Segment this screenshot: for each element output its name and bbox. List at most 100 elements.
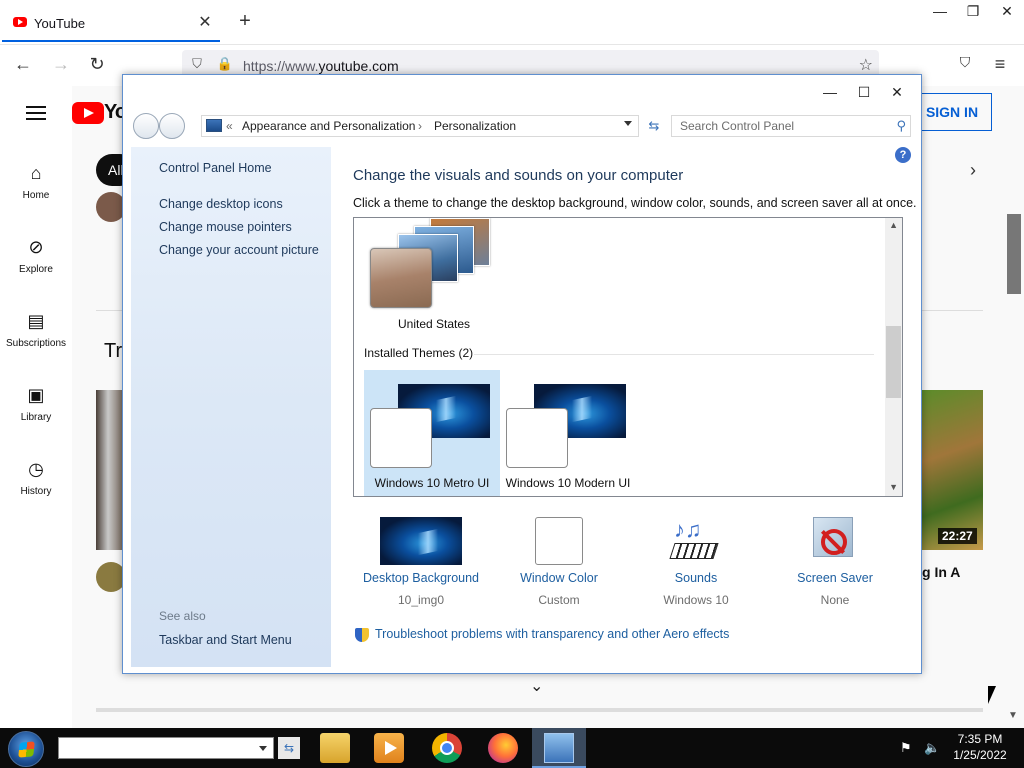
theme-preview-card xyxy=(370,408,432,468)
theme-name: United States xyxy=(398,317,471,331)
cp-forward-icon[interactable] xyxy=(159,113,185,139)
taskbar-clock[interactable]: 7:35 PM 1/25/2022 xyxy=(940,731,1020,763)
browser-tab-youtube[interactable]: YouTube ✕ xyxy=(2,2,220,42)
taskbar-media-player[interactable] xyxy=(362,728,416,768)
library-icon: ▣ xyxy=(27,385,45,405)
theme-preview-card xyxy=(506,408,568,468)
hamburger-menu-icon[interactable] xyxy=(26,106,46,120)
sidebar-item-library[interactable]: ▣ Library xyxy=(0,384,72,423)
tab-close-icon[interactable]: ✕ xyxy=(196,12,214,32)
link-change-account-picture[interactable]: Change your account picture xyxy=(159,243,319,257)
cp-close-icon[interactable]: ✕ xyxy=(880,81,914,103)
setting-desktop-background[interactable]: Desktop Background 10_img0 xyxy=(351,517,491,607)
search-icon[interactable]: ⚲ xyxy=(896,118,906,134)
taskbar-go-icon[interactable]: ⇆ xyxy=(278,737,300,759)
screensaver-icon xyxy=(765,517,905,565)
home-icon: ⌂ xyxy=(30,163,42,183)
chevron-down-icon[interactable]: ⌄ xyxy=(530,676,543,696)
scroll-up-arrow-icon[interactable]: ▲ xyxy=(889,220,898,230)
sidebar-item-explore[interactable]: ⊘ Explore xyxy=(0,236,72,275)
scrollbar-thumb[interactable] xyxy=(886,326,901,398)
taskbar-address-box[interactable] xyxy=(58,737,274,759)
volume-icon[interactable]: 🔈 xyxy=(924,740,940,756)
back-arrow-icon[interactable]: ← xyxy=(10,54,36,78)
link-change-desktop-icons[interactable]: Change desktop icons xyxy=(159,197,283,211)
help-icon[interactable]: ? xyxy=(895,147,911,163)
taskbar-firefox[interactable] xyxy=(476,728,530,768)
cp-refresh-icon[interactable]: ⇆ xyxy=(643,115,665,137)
troubleshoot-link[interactable]: Troubleshoot problems with transparency … xyxy=(375,627,729,641)
link-taskbar-start-menu[interactable]: Taskbar and Start Menu xyxy=(159,633,292,647)
subscriptions-icon: ▤ xyxy=(27,311,45,331)
pocket-icon[interactable]: ⛉ xyxy=(952,54,978,78)
scroll-down-arrow-icon[interactable]: ▼ xyxy=(889,482,898,492)
video-duration-badge: 22:27 xyxy=(938,528,977,544)
video-title[interactable]: g In A xyxy=(922,564,960,580)
dropdown-icon[interactable] xyxy=(259,746,267,751)
theme-united-states[interactable] xyxy=(370,218,490,308)
forward-arrow-icon[interactable]: → xyxy=(48,54,74,78)
restore-icon[interactable]: ❐ xyxy=(956,0,990,22)
cp-left-pane: Control Panel Home Change desktop icons … xyxy=(131,147,331,667)
cp-search-input[interactable] xyxy=(672,116,890,136)
setting-window-color[interactable]: Window Color Custom xyxy=(489,517,629,607)
taskbar-chrome[interactable] xyxy=(420,728,474,768)
clock-time: 7:35 PM xyxy=(957,732,1003,746)
sign-in-button[interactable]: SIGN IN xyxy=(912,93,992,131)
url-text: https://www.youtube.com xyxy=(243,58,399,74)
breadcrumb-appearance[interactable]: Appearance and Personalization xyxy=(242,119,415,133)
scroll-down-arrow-icon[interactable]: ▼ xyxy=(1008,710,1018,721)
sidebar-item-subscriptions[interactable]: ▤ Subscriptions xyxy=(0,310,72,349)
taskbar-control-panel[interactable] xyxy=(532,728,586,768)
tracking-shield-icon[interactable]: ⛉ xyxy=(188,56,206,74)
reload-icon[interactable]: ↻ xyxy=(84,54,110,78)
cp-search-box[interactable]: ⚲ xyxy=(671,115,911,137)
control-panel-icon xyxy=(206,119,222,132)
breadcrumb-personalization[interactable]: Personalization xyxy=(434,119,516,133)
cp-minimize-icon[interactable]: — xyxy=(813,81,847,103)
close-icon[interactable]: ✕ xyxy=(990,0,1024,22)
breadcrumb-prefix[interactable]: « xyxy=(226,119,233,133)
control-panel-icon xyxy=(544,733,574,763)
minimize-icon[interactable]: — xyxy=(923,0,957,22)
link-control-panel-home[interactable]: Control Panel Home xyxy=(159,161,272,175)
youtube-sidebar: ⌂ Home ⊘ Explore ▤ Subscriptions ▣ Libra… xyxy=(0,86,72,728)
setting-sounds[interactable]: ♪♫ Sounds Windows 10 xyxy=(626,517,766,607)
start-button-icon[interactable] xyxy=(8,731,44,767)
theme-list[interactable]: United States Installed Themes (2) Windo… xyxy=(353,217,903,497)
video-thumbnail[interactable] xyxy=(920,390,983,550)
tab-title: YouTube xyxy=(34,16,86,31)
firefox-icon xyxy=(488,733,518,763)
clock-date: 1/25/2022 xyxy=(953,748,1007,762)
history-icon: ◷ xyxy=(28,459,44,479)
theme-windows10-metro[interactable]: Windows 10 Metro UI xyxy=(364,370,500,496)
section-heading: Tr xyxy=(104,340,123,362)
theme-preview-card xyxy=(370,248,432,308)
cp-address-bar[interactable]: « Appearance and Personalization › Perso… xyxy=(201,115,639,137)
sidebar-item-home[interactable]: ⌂ Home xyxy=(0,162,72,201)
bookmark-star-icon[interactable]: ☆ xyxy=(859,55,873,75)
menu-icon[interactable]: ≡ xyxy=(987,54,1013,78)
taskbar: ⇆ ⚑ 🔈 7:35 PM 1/25/2022 xyxy=(0,728,1024,768)
cp-maximize-icon[interactable]: ☐ xyxy=(847,81,881,103)
setting-screen-saver[interactable]: Screen Saver None xyxy=(765,517,905,607)
chevron-right-icon[interactable]: › xyxy=(970,160,976,181)
installed-themes-heading: Installed Themes (2) xyxy=(364,346,474,360)
cp-back-icon[interactable] xyxy=(133,113,159,139)
address-dropdown-icon[interactable] xyxy=(624,121,632,126)
sidebar-item-history[interactable]: ◷ History xyxy=(0,458,72,497)
link-change-mouse-pointers[interactable]: Change mouse pointers xyxy=(159,220,292,234)
theme-name: Windows 10 Metro UI xyxy=(374,476,490,490)
theme-windows10-modern[interactable]: Windows 10 Modern UI xyxy=(500,370,636,496)
theme-list-scrollbar[interactable]: ▲ ▼ xyxy=(885,218,902,496)
taskbar-file-explorer[interactable] xyxy=(308,728,362,768)
new-tab-icon[interactable]: + xyxy=(234,10,256,34)
page-subtitle: Click a theme to change the desktop back… xyxy=(353,196,917,210)
youtube-logo-icon[interactable] xyxy=(72,102,104,124)
group-divider xyxy=(474,354,874,355)
lock-icon[interactable]: 🔒 xyxy=(216,56,234,74)
page-scrollbar-thumb[interactable] xyxy=(1007,214,1021,294)
file-explorer-icon xyxy=(320,733,350,763)
action-center-flag-icon[interactable]: ⚑ xyxy=(900,740,912,756)
page-title: Change the visuals and sounds on your co… xyxy=(353,167,684,184)
